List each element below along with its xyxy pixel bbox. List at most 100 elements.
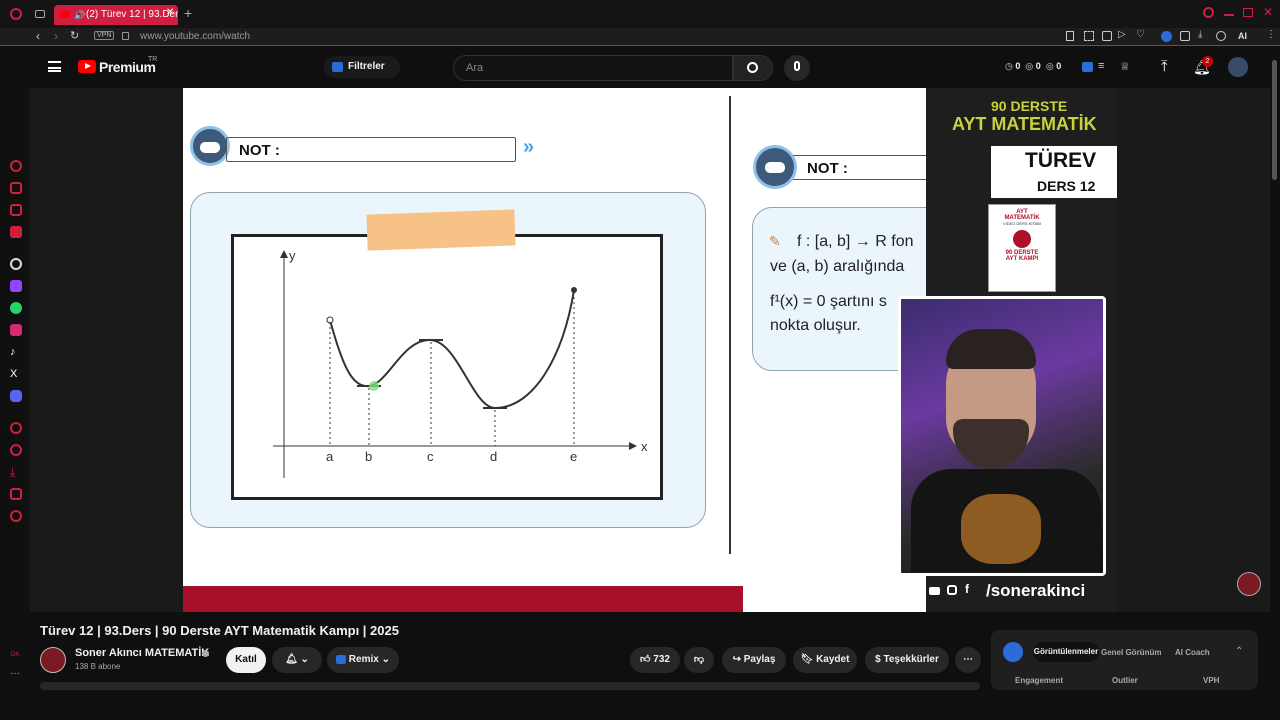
hamburger-menu-icon[interactable]	[48, 61, 61, 72]
search-icon	[747, 62, 758, 73]
youtube-social-icon	[929, 587, 940, 595]
channel-name[interactable]: Soner Akıncı MATEMATİK	[75, 647, 209, 659]
clock-icon[interactable]	[10, 444, 22, 456]
youtube-logo-text[interactable]: Premium	[99, 59, 156, 75]
reload-icon[interactable]: ↻	[70, 29, 79, 42]
stat-value: 0	[1035, 61, 1041, 71]
profile-icon[interactable]	[1216, 31, 1226, 41]
minimize-icon[interactable]	[1224, 14, 1234, 16]
save-button[interactable]: 🔖︎ Kaydet	[793, 647, 857, 673]
description-box[interactable]	[40, 682, 980, 690]
instagram-social-icon	[947, 585, 957, 595]
heart-icon[interactable]: ♡	[1136, 29, 1145, 40]
speaker-icon[interactable]: 🔊	[74, 5, 85, 25]
tab-ai-coach[interactable]: AI Coach	[1175, 648, 1210, 657]
news-icon[interactable]	[10, 204, 22, 216]
downloads-icon[interactable]: ⤓	[10, 466, 22, 478]
iq-icon	[336, 654, 347, 664]
subscribed-bell-button[interactable]: 🔔︎ ⌄	[272, 647, 322, 673]
point-label-c: c	[427, 449, 434, 464]
pinboard-icon[interactable]	[10, 422, 22, 434]
promo-title-1: 90 DERSTE	[991, 98, 1068, 114]
header-vph: VPH	[1203, 676, 1220, 685]
presenter-beard	[953, 419, 1029, 469]
whatsapp-icon[interactable]	[10, 302, 22, 314]
pencil-icon: ✎	[769, 233, 781, 249]
tab-views[interactable]: Görüntülenmeler	[1033, 642, 1099, 662]
page-scrollbar[interactable]	[1272, 60, 1277, 180]
close-tab-icon[interactable]: ✕	[166, 7, 174, 18]
tab-overview[interactable]: Genel Görünüm	[1101, 648, 1161, 657]
stat-value: 0	[1015, 61, 1021, 71]
thumbs-down-icon: 👎︎	[693, 654, 705, 665]
settings-icon[interactable]	[10, 510, 22, 522]
remix-button[interactable]: Remix ⌄	[327, 647, 399, 673]
like-button[interactable]: 👍︎ 732	[630, 647, 680, 673]
channel-avatar[interactable]	[40, 647, 66, 673]
chevron-arrow-icon: »	[523, 136, 535, 158]
shield-icon[interactable]	[1102, 31, 1112, 41]
vpn-badge[interactable]: VPN	[94, 31, 115, 40]
dislike-button[interactable]: 👎︎	[684, 647, 714, 673]
forward-icon[interactable]: ›	[54, 29, 58, 43]
iq-icon	[332, 62, 343, 72]
extensions-icon[interactable]	[1180, 31, 1190, 41]
chatgpt-icon[interactable]	[10, 258, 22, 270]
back-icon[interactable]: ‹	[36, 29, 40, 43]
promo-lesson: DERS 12	[1037, 178, 1096, 194]
share-label: Paylaş	[743, 654, 776, 665]
scroll-channel-watermark[interactable]	[1237, 572, 1261, 596]
new-tab-button[interactable]: +	[184, 5, 192, 21]
share-button[interactable]: ↪ Paylaş	[722, 647, 786, 673]
book-logo	[1013, 230, 1031, 248]
browser-tab-active[interactable]: 🔊 (2) Türev 12 | 93.Ders	[54, 5, 178, 25]
collapse-icon[interactable]: ⌃	[1235, 646, 1243, 657]
voice-search-button[interactable]	[784, 55, 810, 81]
discord-icon[interactable]	[10, 390, 22, 402]
header-engagement: Engagement	[1015, 676, 1064, 685]
thanks-button[interactable]: $ Teşekkürler	[865, 647, 949, 673]
x-icon[interactable]: X	[10, 368, 22, 380]
opera-logo-icon[interactable]	[10, 8, 22, 20]
url-field[interactable]: www.youtube.com/watch	[140, 31, 250, 42]
snapshot-icon[interactable]	[1084, 31, 1094, 41]
tiktok-icon[interactable]: ♪	[10, 346, 22, 358]
point-label-e: e	[570, 449, 578, 464]
browser-sidebar: ♪ X ⤓ ···	[0, 46, 30, 720]
youtube-header: Premium TR Filtreler Ara ◷ 0 ◎ 0 ◎ 0 ≡ ♕…	[30, 46, 1280, 88]
wallet-icon[interactable]	[10, 182, 22, 194]
messenger-icon[interactable]	[10, 226, 22, 238]
search-button[interactable]	[733, 55, 773, 81]
book-line-3: VİDEO DERS KİTABI	[1002, 221, 1042, 226]
youtube-logo-icon[interactable]	[78, 60, 96, 73]
list-icon[interactable]: ≡	[1098, 60, 1104, 72]
iq-extension-icon[interactable]	[1082, 62, 1093, 72]
instagram-icon[interactable]	[10, 324, 22, 336]
history-icon[interactable]	[10, 160, 22, 172]
menu-icon[interactable]: ⋮	[1266, 29, 1276, 40]
thumbs-up-icon: 👍︎	[640, 654, 651, 665]
filter-button[interactable]: Filtreler	[324, 56, 400, 78]
close-window-icon[interactable]: ✕	[1263, 5, 1273, 19]
upload-icon[interactable]: ⤒	[1161, 58, 1168, 75]
download-icon[interactable]: ⤓	[1198, 29, 1202, 40]
search-tabs-icon[interactable]	[1203, 7, 1214, 18]
ai-button[interactable]: AI	[1238, 31, 1247, 41]
play-icon[interactable]: ▷	[1118, 29, 1126, 40]
more-icon[interactable]: ···	[10, 668, 22, 680]
user-avatar[interactable]	[1228, 57, 1248, 77]
twitch-icon[interactable]	[10, 280, 22, 292]
extensions-sidebar-icon[interactable]	[10, 488, 22, 500]
notification-count-badge: 2	[1202, 56, 1213, 67]
search-input[interactable]: Ara	[453, 55, 733, 81]
join-button[interactable]: Katıl	[226, 647, 266, 673]
more-actions-button[interactable]: ⋯	[955, 647, 981, 673]
maximize-icon[interactable]	[1243, 8, 1253, 17]
tab-overview-icon[interactable]	[35, 10, 45, 18]
bookmark-icon[interactable]	[1066, 31, 1074, 41]
extension-iq-icon[interactable]	[1161, 31, 1172, 42]
presenter-hair	[946, 329, 1036, 369]
trophy-icon[interactable]: ♕	[1120, 60, 1130, 73]
point-label-b: b	[365, 449, 373, 464]
note-label-left: NOT :	[239, 142, 280, 159]
